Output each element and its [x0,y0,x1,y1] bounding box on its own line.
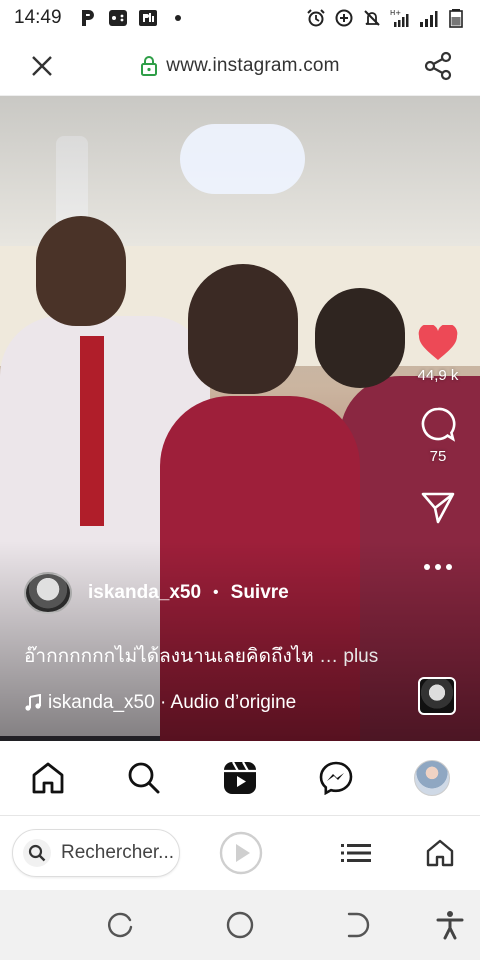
signal-h-plus-icon: H+ [390,8,410,28]
heart-icon [418,325,458,360]
reel-actions: 44,9 k 75 [410,325,466,571]
home-circle-icon [226,911,254,939]
back-button[interactable] [342,907,378,943]
audio-row[interactable]: iskanda_x50 · Audio d’origine [24,692,296,714]
p-icon [78,8,98,28]
follow-button[interactable]: Suivre [231,582,289,604]
signal-icon [418,8,438,28]
accessibility-icon [436,911,464,940]
recent-apps-button[interactable] [102,907,138,943]
comment-icon [421,407,456,442]
data-saver-icon [334,8,354,28]
messenger-icon [319,761,353,795]
battery-icon [446,8,466,28]
home-icon [32,762,64,794]
video-head-right [315,288,405,388]
nav-profile-button[interactable] [404,750,460,806]
home-outline-icon [426,839,454,867]
audio-text: iskanda_x50 · Audio d’origine [48,692,297,713]
video-tie [80,336,104,526]
nav-home-button[interactable] [20,750,76,806]
profile-avatar [414,760,450,796]
url-bar[interactable]: www.instagram.com [84,55,396,77]
dot-icon [168,8,188,28]
caption-more-link[interactable]: … plus [319,646,378,667]
home-system-button[interactable] [222,907,258,943]
author-separator: • [213,584,219,601]
url-text: www.instagram.com [166,54,340,76]
alarm-icon [306,8,326,28]
close-button[interactable] [0,36,84,96]
like-count: 44,9 k [417,367,459,384]
status-right-icons: H+ [306,8,466,28]
search-placeholder: Rechercher... [61,842,174,863]
nav-messenger-button[interactable] [308,750,364,806]
comment-count: 75 [429,448,447,465]
mute-icon [362,8,382,28]
search-icon [128,762,160,794]
system-nav-bar [0,890,480,960]
status-left-icons [78,8,188,28]
reels-icon [224,761,256,794]
nav-reels-button[interactable] [212,750,268,806]
list-icon [341,844,371,862]
music-note-icon [25,694,41,711]
send-icon [421,492,455,524]
search-icon [23,839,51,867]
video-light [180,124,305,194]
browser-bottom-toolbar: Rechercher... [0,815,480,890]
browser-home-button[interactable] [420,833,460,873]
author-name[interactable]: iskanda_x50 [88,582,201,604]
pl-icon [138,8,158,28]
lock-icon [141,55,158,76]
status-time: 14:49 [14,7,62,28]
instagram-bottom-nav [0,741,480,815]
svg-text:H+: H+ [390,9,401,17]
video-head-center [188,264,298,394]
author-avatar[interactable] [24,572,72,614]
send-button[interactable] [420,491,456,525]
status-bar: 14:49 H+ [0,0,480,36]
like-button[interactable]: 44,9 k [417,325,459,384]
more-options-button[interactable] [423,563,453,571]
video-head-left [36,216,126,326]
tabs-list-button[interactable] [336,833,376,873]
back-icon [347,912,370,938]
gamepad-icon [108,8,128,28]
accessibility-button[interactable] [432,907,468,943]
more-dots-icon [424,564,452,570]
close-icon [32,55,52,76]
share-icon [424,51,452,80]
caption-text: อ๊ากกกกกกไม่ได้ลงนานเลยคิดถึงไห [24,646,314,667]
author-row: iskanda_x50 • Suivre [24,572,289,614]
share-button[interactable] [396,36,480,96]
comment-button[interactable]: 75 [420,406,456,465]
nav-search-button[interactable] [116,750,172,806]
browser-search-input[interactable]: Rechercher... [12,829,180,877]
audio-thumbnail[interactable] [418,677,456,715]
play-icon [219,831,263,875]
recent-apps-icon [107,912,133,938]
browser-top-bar: www.instagram.com [0,36,480,96]
reel-caption[interactable]: อ๊ากกกกกกไม่ได้ลงนานเลยคิดถึงไห … plus [24,641,378,671]
media-play-button[interactable] [218,830,264,876]
